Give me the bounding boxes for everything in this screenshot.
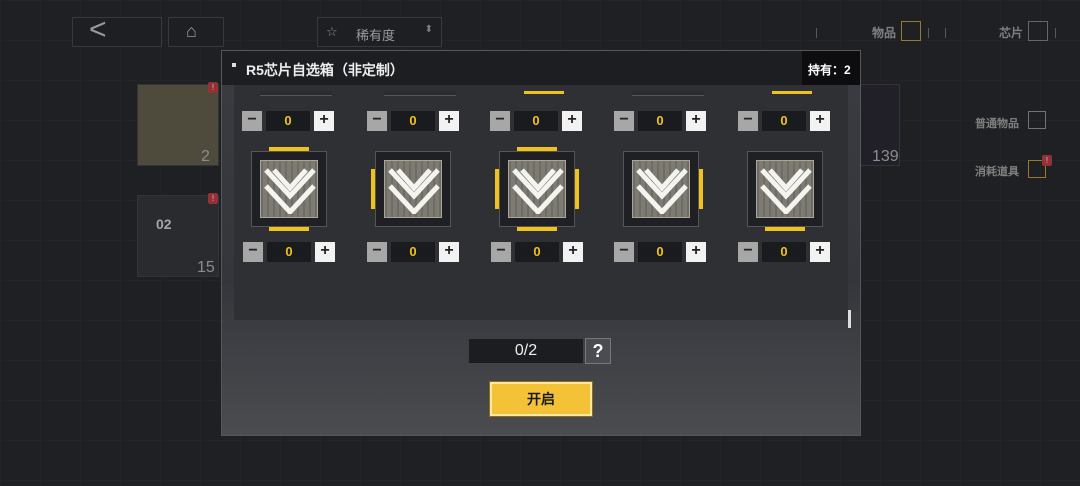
increase-button[interactable]: + bbox=[810, 242, 830, 262]
increase-button[interactable]: + bbox=[439, 111, 459, 131]
decrease-button[interactable]: − bbox=[614, 111, 634, 131]
quantity-value: 0 bbox=[638, 242, 682, 262]
decrease-button[interactable]: − bbox=[367, 242, 387, 262]
increase-button[interactable]: + bbox=[562, 111, 582, 131]
chip-select-dialog: R5芯片自选箱（非定制） 持有：2 − 0 + − 0 + − 0 + − 0 … bbox=[221, 50, 861, 436]
quantity-stepper: − 0 + bbox=[367, 111, 459, 131]
open-button[interactable]: 开启 bbox=[490, 382, 592, 416]
decrease-button[interactable]: − bbox=[243, 242, 263, 262]
increase-button[interactable]: + bbox=[563, 242, 583, 262]
quantity-stepper: − 0 + bbox=[738, 242, 830, 262]
quantity-value: 0 bbox=[638, 111, 682, 131]
quantity-stepper: − 0 + bbox=[242, 111, 334, 131]
chip-slot-partial bbox=[626, 85, 710, 99]
decrease-button[interactable]: − bbox=[738, 111, 758, 131]
chip-icon bbox=[375, 151, 451, 227]
title-bullet-icon bbox=[232, 63, 236, 67]
chip-icon bbox=[623, 151, 699, 227]
held-count: 持有：2 bbox=[808, 63, 851, 77]
quantity-value: 0 bbox=[515, 242, 559, 262]
chip-slot-partial bbox=[378, 85, 462, 99]
decrease-button[interactable]: − bbox=[490, 111, 510, 131]
chip-icon bbox=[747, 151, 823, 227]
increase-button[interactable]: + bbox=[686, 242, 706, 262]
help-button[interactable]: ? bbox=[585, 338, 611, 364]
chip-list[interactable]: − 0 + − 0 + − 0 + − 0 + − 0 + − 0 + − 0 … bbox=[234, 85, 848, 320]
held-count-box: 持有：2 bbox=[802, 51, 860, 85]
chip-icon bbox=[499, 151, 575, 227]
chip-slot-partial bbox=[502, 85, 586, 99]
quantity-stepper: − 0 + bbox=[243, 242, 335, 262]
quantity-stepper: − 0 + bbox=[614, 242, 706, 262]
selection-counter: 0/2 bbox=[469, 339, 583, 363]
increase-button[interactable]: + bbox=[315, 242, 335, 262]
chip-slot-partial bbox=[254, 85, 338, 99]
quantity-value: 0 bbox=[391, 242, 435, 262]
quantity-stepper: − 0 + bbox=[367, 242, 459, 262]
increase-button[interactable]: + bbox=[439, 242, 459, 262]
decrease-button[interactable]: − bbox=[738, 242, 758, 262]
increase-button[interactable]: + bbox=[314, 111, 334, 131]
chip-slot-partial bbox=[750, 85, 834, 99]
quantity-value: 0 bbox=[762, 242, 806, 262]
quantity-stepper: − 0 + bbox=[614, 111, 706, 131]
quantity-value: 0 bbox=[267, 242, 311, 262]
quantity-stepper: − 0 + bbox=[490, 111, 582, 131]
chip-icon bbox=[251, 151, 327, 227]
quantity-value: 0 bbox=[514, 111, 558, 131]
quantity-value: 0 bbox=[266, 111, 310, 131]
quantity-value: 0 bbox=[762, 111, 806, 131]
quantity-value: 0 bbox=[391, 111, 435, 131]
dialog-title: R5芯片自选箱（非定制） bbox=[246, 62, 404, 78]
increase-button[interactable]: + bbox=[810, 111, 830, 131]
quantity-stepper: − 0 + bbox=[738, 111, 830, 131]
quantity-stepper: − 0 + bbox=[491, 242, 583, 262]
dialog-header: R5芯片自选箱（非定制） 持有：2 bbox=[222, 51, 860, 85]
list-scrollbar[interactable] bbox=[848, 310, 851, 328]
decrease-button[interactable]: − bbox=[367, 111, 387, 131]
decrease-button[interactable]: − bbox=[614, 242, 634, 262]
decrease-button[interactable]: − bbox=[491, 242, 511, 262]
decrease-button[interactable]: − bbox=[242, 111, 262, 131]
increase-button[interactable]: + bbox=[686, 111, 706, 131]
